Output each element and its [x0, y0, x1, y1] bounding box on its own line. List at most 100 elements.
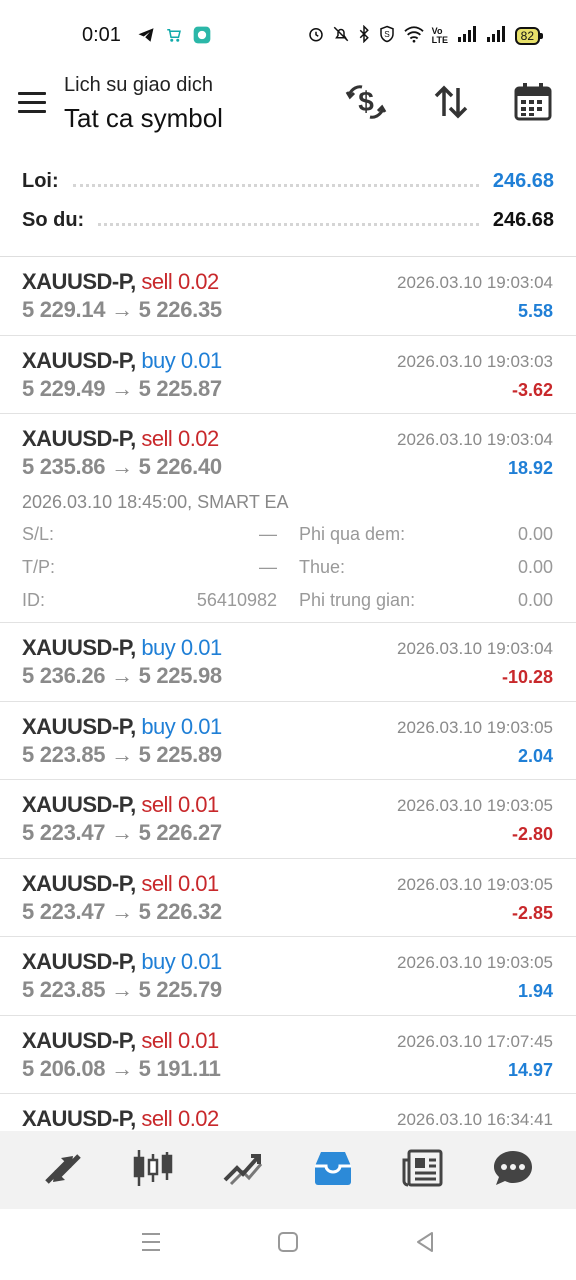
header-title[interactable]: Tat ca symbol [64, 103, 223, 134]
deal-profit: 2.04 [517, 745, 553, 766]
trade-icon [221, 1148, 265, 1193]
close-price: 5 225.98 [138, 663, 223, 688]
sort-arrows-icon [432, 84, 470, 125]
hamburger-menu-icon[interactable] [18, 92, 46, 114]
telegram-icon [136, 25, 156, 45]
dotted-leader [98, 222, 479, 226]
calendar-icon [513, 82, 553, 127]
recents-button[interactable] [136, 1231, 166, 1257]
close-price: 5 225.89 [138, 741, 223, 767]
deal-symbol: XAUUSD-P, buy 0.01 [22, 949, 222, 975]
deal-prices: 5 236.26 → 5 225.98 [22, 663, 222, 689]
deal-time: 2026.03.10 19:03:04 [397, 273, 553, 292]
deal-row[interactable]: XAUUSD-P, buy 0.01 2026.03.10 19:03:03 5 2… [0, 336, 576, 414]
arrow-right-icon: → [111, 977, 133, 1002]
nav-trade[interactable] [218, 1145, 268, 1195]
deal-side: buy [141, 635, 176, 660]
back-icon [413, 1231, 437, 1258]
deals-list[interactable]: XAUUSD-P, sell 0.02 2026.03.10 19:03:04 5 … [0, 257, 576, 1131]
symbol-name: XAUUSD-P, [22, 1106, 136, 1131]
open-price: 5 229.49 [22, 375, 106, 401]
deal-row[interactable]: XAUUSD-P, buy 0.01 2026.03.10 19:03:05 5 2… [0, 937, 576, 1016]
symbol-name: XAUUSD-P, [22, 949, 136, 974]
deal-symbol: XAUUSD-P, sell 0.02 [22, 426, 219, 452]
deal-row[interactable]: XAUUSD-P, sell 0.02 2026.03.10 19:03:04 5 … [0, 257, 576, 336]
deal-side: buy [141, 713, 176, 739]
arrow-right-icon: → [111, 375, 133, 401]
home-button[interactable] [273, 1231, 303, 1257]
svg-text:$: $ [358, 86, 374, 117]
deal-side: sell [141, 1027, 173, 1053]
nav-quotes[interactable] [38, 1145, 88, 1195]
deal-symbol: XAUUSD-P, sell 0.01 [22, 792, 219, 818]
commission-label: Phi trung gian: [299, 590, 416, 610]
calendar-button[interactable] [511, 82, 555, 126]
tp-value: — [259, 557, 277, 577]
deal-prices: 5 229.49 → 5 225.87 [22, 376, 222, 402]
balance-row: So du: 246.68 [22, 202, 554, 238]
deal-symbol: XAUUSD-P, buy 0.01 [22, 714, 222, 740]
nav-news[interactable] [398, 1145, 448, 1195]
deal-time: 2026.03.10 19:03:04 [397, 639, 553, 658]
app-header: Lich su giao dich Tat ca symbol $ [0, 70, 576, 150]
chat-icon [491, 1148, 535, 1193]
sl-value: — [259, 524, 277, 544]
arrow-right-icon: → [111, 454, 133, 479]
nav-chat[interactable] [488, 1145, 538, 1195]
deal-row[interactable]: XAUUSD-P, sell 0.01 2026.03.10 19:03:05 5 … [0, 780, 576, 859]
deal-open-info: 2026.03.10 18:45:00, SMART EA [22, 492, 289, 512]
deal-side: sell [141, 792, 173, 817]
deal-symbol: XAUUSD-P, buy 0.01 [22, 635, 222, 661]
balance-label: So du: [22, 208, 85, 231]
nav-chart[interactable] [128, 1145, 178, 1195]
shopping-app-icon [164, 25, 184, 45]
symbol-name: XAUUSD-P, [22, 792, 136, 817]
status-notification-icons [136, 25, 212, 45]
close-price: 5 191.11 [138, 1055, 221, 1081]
open-price: 5 223.85 [22, 977, 106, 1002]
deal-row[interactable]: XAUUSD-P, buy 0.01 2026.03.10 19:03:05 5 2… [0, 702, 576, 780]
bottom-navigation [0, 1131, 576, 1209]
back-button[interactable] [410, 1231, 440, 1257]
deal-volume: 0.02 [177, 1106, 219, 1131]
deal-row[interactable]: XAUUSD-P, sell 0.01 2026.03.10 17:07:45 5 … [0, 1016, 576, 1094]
status-system-icons: S Vo LTE 82 [307, 24, 544, 48]
id-value: 56410982 [196, 590, 277, 610]
system-navigation-bar [0, 1209, 576, 1280]
news-icon [401, 1148, 445, 1193]
arrow-right-icon: → [111, 297, 133, 322]
deal-row[interactable]: XAUUSD-P, sell 0.02 2026.03.10 16:34:41 [0, 1094, 576, 1131]
deal-side: buy [141, 347, 176, 373]
nav-history[interactable] [308, 1145, 358, 1195]
bluetooth-icon [357, 24, 371, 47]
deal-prices: 5 223.85 → 5 225.79 [22, 977, 222, 1003]
deal-time: 2026.03.10 19:03:05 [397, 874, 553, 894]
deal-row[interactable]: XAUUSD-P, sell 0.01 2026.03.10 19:03:05 5 … [0, 859, 576, 937]
deal-symbol: XAUUSD-P, buy 0.01 [22, 348, 222, 374]
status-bar: 0:01 S Vo LTE 82 [0, 0, 576, 70]
symbol-name: XAUUSD-P, [22, 1027, 136, 1053]
deal-row[interactable]: XAUUSD-P, sell 0.02 2026.03.10 19:03:04 5 … [0, 414, 576, 623]
status-time: 0:01 [82, 24, 121, 46]
summary-panel: Loi: 246.68 So du: 246.68 [0, 162, 576, 256]
deal-details: S/L: — Phi qua dem: 0.00 T/P: — Thue: 0.00 ID: 56… [22, 524, 553, 623]
volte-label: Vo LTE [431, 26, 448, 45]
deal-row[interactable]: XAUUSD-P, buy 0.01 2026.03.10 19:03:04 5 2… [0, 623, 576, 702]
deal-prices: 5 223.47 → 5 226.32 [22, 899, 222, 925]
sort-button[interactable] [429, 82, 473, 126]
deal-volume: 0.01 [180, 347, 222, 373]
deal-volume: 0.01 [177, 870, 219, 896]
balance-value: 246.68 [492, 208, 554, 231]
deposit-withdraw-button[interactable]: $ [344, 82, 388, 126]
deal-profit: 5.58 [517, 301, 553, 321]
open-price: 5 223.85 [22, 741, 106, 767]
open-price: 5 235.86 [22, 454, 106, 479]
tp-label: T/P: [22, 557, 56, 577]
open-price: 5 223.47 [22, 820, 106, 845]
shield-icon: S [378, 24, 396, 48]
deal-symbol: XAUUSD-P, sell 0.01 [22, 1028, 219, 1054]
open-price: 5 206.08 [22, 1055, 106, 1081]
deal-symbol: XAUUSD-P, sell 0.02 [22, 269, 219, 295]
signal-icon-1 [457, 25, 479, 47]
open-price: 5 223.47 [22, 898, 106, 924]
